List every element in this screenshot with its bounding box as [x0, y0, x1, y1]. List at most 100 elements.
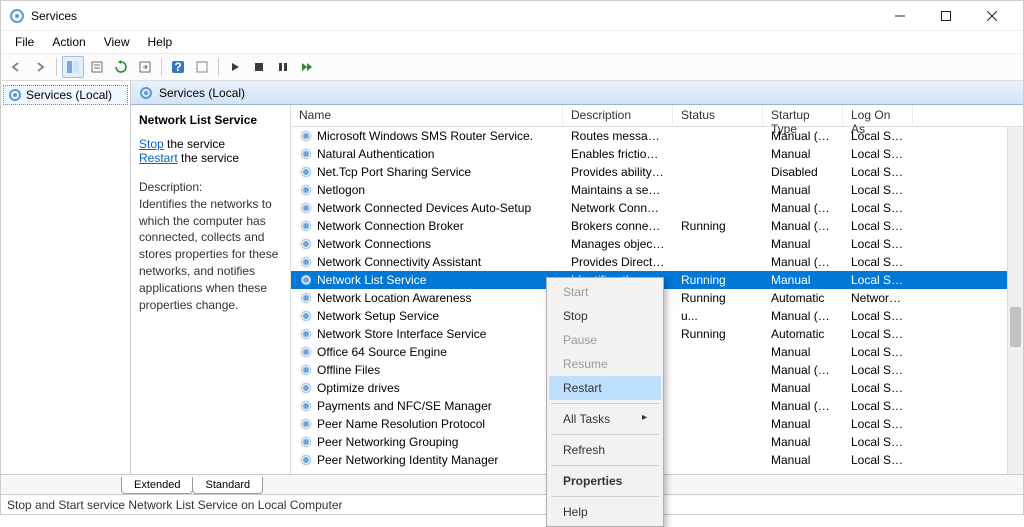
service-name: Natural Authentication: [317, 147, 434, 161]
close-button[interactable]: [969, 1, 1015, 31]
service-desc: Provides DirectAc...: [563, 254, 673, 270]
properties-button[interactable]: [86, 56, 108, 78]
service-status: [673, 243, 763, 245]
gear-icon: [299, 381, 313, 395]
table-row[interactable]: NetlogonMaintains a secur...ManualLocal …: [291, 181, 1023, 199]
service-logon: Local Serv...: [843, 272, 913, 288]
table-row[interactable]: Network Connection BrokerBrokers connect…: [291, 217, 1023, 235]
menu-file[interactable]: File: [7, 33, 42, 51]
table-row[interactable]: Network Connectivity AssistantProvides D…: [291, 253, 1023, 271]
tab-standard[interactable]: Standard: [192, 477, 263, 494]
description-text: Identifies the networks to which the com…: [139, 196, 284, 314]
service-startup: Manual: [763, 452, 843, 468]
window-title: Services: [31, 9, 877, 23]
ctx-all-tasks[interactable]: All Tasks▸: [549, 407, 661, 431]
service-startup: Manual (Tri...: [763, 218, 843, 234]
service-desc: Manages objects...: [563, 236, 673, 252]
service-logon: Local Serv...: [843, 434, 913, 450]
service-startup: Manual: [763, 182, 843, 198]
app-icon: [9, 8, 25, 24]
menu-view[interactable]: View: [96, 33, 138, 51]
gear-icon: [299, 291, 313, 305]
service-logon: Local Syst...: [843, 362, 913, 378]
ctx-stop[interactable]: Stop: [549, 304, 661, 328]
menu-help[interactable]: Help: [140, 33, 181, 51]
service-name: Peer Name Resolution Protocol: [317, 417, 485, 431]
stop-service-button[interactable]: [248, 56, 270, 78]
service-name: Network Connections: [317, 237, 431, 251]
col-name[interactable]: Name: [291, 105, 563, 126]
maximize-button[interactable]: [923, 1, 969, 31]
status-text: Stop and Start service Network List Serv…: [7, 498, 342, 512]
service-desc: Provides ability t...: [563, 164, 673, 180]
col-logon-as[interactable]: Log On As: [843, 105, 913, 126]
service-startup: Manual: [763, 434, 843, 450]
export-button[interactable]: [134, 56, 156, 78]
service-name: Peer Networking Identity Manager: [317, 453, 498, 467]
service-status: [673, 261, 763, 263]
service-logon: Local Syst...: [843, 146, 913, 162]
col-status[interactable]: Status: [673, 105, 763, 126]
nav-services-local[interactable]: Services (Local): [3, 85, 128, 105]
ctx-restart[interactable]: Restart: [549, 376, 661, 400]
service-name: Network Store Interface Service: [317, 327, 486, 341]
description-label: Description:: [139, 179, 284, 196]
restart-service-button[interactable]: [296, 56, 318, 78]
gear-icon: [299, 435, 313, 449]
service-name: Network Location Awareness: [317, 291, 472, 305]
nav-tree: Services (Local): [1, 81, 131, 474]
titlebar: Services: [1, 1, 1023, 31]
gear-icon: [299, 399, 313, 413]
forward-button[interactable]: [29, 56, 51, 78]
service-status: [673, 351, 763, 353]
col-description[interactable]: Description: [563, 105, 673, 126]
gear-icon: [299, 345, 313, 359]
help-button[interactable]: ?: [167, 56, 189, 78]
minimize-button[interactable]: [877, 1, 923, 31]
stop-link[interactable]: Stop: [139, 137, 164, 151]
gear-icon: [299, 147, 313, 161]
service-logon: Local Serv...: [843, 398, 913, 414]
start-service-button[interactable]: [224, 56, 246, 78]
svg-text:?: ?: [174, 60, 181, 74]
scrollbar-thumb[interactable]: [1010, 307, 1021, 347]
vertical-scrollbar[interactable]: [1007, 127, 1023, 474]
menubar: File Action View Help: [1, 31, 1023, 53]
service-logon: Local Serv...: [843, 416, 913, 432]
table-row[interactable]: Net.Tcp Port Sharing Service Provides abi…: [291, 163, 1023, 181]
gear-icon: [139, 86, 153, 100]
table-row[interactable]: Network ConnectionsManages objects...Man…: [291, 235, 1023, 253]
gear-icon: [299, 237, 313, 251]
table-row[interactable]: Natural AuthenticationEnables friction-f…: [291, 145, 1023, 163]
service-startup: Automatic: [763, 290, 843, 306]
gear-icon: [299, 309, 313, 323]
service-desc: Network Connect...: [563, 200, 673, 216]
back-button[interactable]: [5, 56, 27, 78]
service-name: Net.Tcp Port Sharing Service: [317, 165, 471, 179]
menu-action[interactable]: Action: [44, 33, 93, 51]
show-hide-tree-button[interactable]: [62, 56, 84, 78]
refresh-button[interactable]: [110, 56, 132, 78]
service-startup: Manual: [763, 416, 843, 432]
service-status: [673, 405, 763, 407]
service-logon: Local Syst...: [843, 344, 913, 360]
ctx-pause: Pause: [549, 328, 661, 352]
ctx-refresh[interactable]: Refresh: [549, 438, 661, 462]
service-logon: Local Serv...: [843, 200, 913, 216]
restart-link[interactable]: Restart: [139, 151, 178, 165]
service-status: [673, 171, 763, 173]
ctx-properties[interactable]: Properties: [549, 469, 661, 493]
table-row[interactable]: Microsoft Windows SMS Router Service.Rou…: [291, 127, 1023, 145]
ctx-help[interactable]: Help: [549, 500, 661, 524]
service-startup: Manual (Tri...: [763, 398, 843, 414]
detail-pane: Network List Service Stop the service Re…: [131, 105, 291, 474]
pause-service-button[interactable]: [272, 56, 294, 78]
toolbar-settings-button[interactable]: [191, 56, 213, 78]
service-status: [673, 387, 763, 389]
service-logon: Local Serv...: [843, 164, 913, 180]
col-startup-type[interactable]: Startup Type: [763, 105, 843, 126]
context-menu: Start Stop Pause Resume Restart All Task…: [546, 277, 664, 527]
tab-extended[interactable]: Extended: [121, 477, 193, 494]
service-status: [673, 423, 763, 425]
table-row[interactable]: Network Connected Devices Auto-SetupNetw…: [291, 199, 1023, 217]
